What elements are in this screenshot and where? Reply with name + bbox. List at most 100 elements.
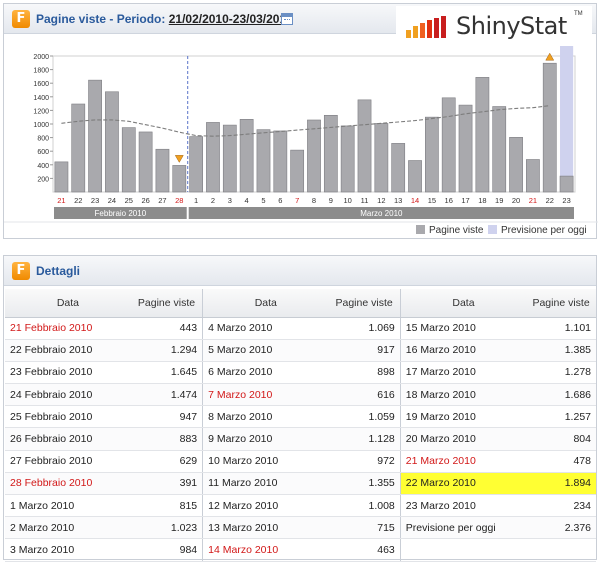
views-cell: 629 xyxy=(130,450,203,473)
date-cell: 22 Marzo 2010 xyxy=(399,472,527,496)
x-tick-label: 13 xyxy=(394,196,402,205)
table-row: 1 Marzo 2010 815 12 Marzo 2010 1.008 23 Marz… xyxy=(5,494,596,518)
views-cell: 1.023 xyxy=(130,516,203,540)
bar xyxy=(408,160,422,193)
date-cell: 21 Febbraio 2010 xyxy=(5,317,131,340)
legend-label-forecast: Previsione per oggi xyxy=(501,225,587,236)
legend-swatch-forecast xyxy=(488,225,497,234)
col-header-views: Pagine viste xyxy=(526,289,596,318)
date-cell: Previsione per oggi xyxy=(399,516,527,540)
views-cell: 463 xyxy=(328,538,401,562)
table-row: 27 Febbraio 2010 629 10 Marzo 2010 972 21 Ma… xyxy=(5,450,596,473)
views-cell: 234 xyxy=(526,494,596,518)
col-header-views: Pagine viste xyxy=(130,289,203,318)
table-row: 3 Marzo 2010 984 14 Marzo 2010 463 xyxy=(5,538,596,562)
x-tick-label: 24 xyxy=(108,196,116,205)
bar xyxy=(340,125,355,193)
views-cell: 616 xyxy=(328,383,401,407)
date-cell xyxy=(399,538,527,562)
views-cell: 972 xyxy=(328,450,401,473)
bar xyxy=(54,161,69,193)
date-cell: 14 Marzo 2010 xyxy=(202,538,329,562)
views-cell: 1.294 xyxy=(130,339,203,362)
views-cell: 1.008 xyxy=(328,494,401,518)
legend-label-pageviews: Pagine viste xyxy=(429,225,484,236)
x-tick-label: 12 xyxy=(377,196,385,205)
bar xyxy=(357,99,372,193)
table-row: 26 Febbraio 2010 883 9 Marzo 2010 1.128 20 M… xyxy=(5,427,596,451)
views-cell: 1.474 xyxy=(130,383,203,407)
bar xyxy=(121,127,136,193)
date-cell: 16 Marzo 2010 xyxy=(399,339,527,362)
bar xyxy=(172,165,187,193)
x-tick-label: 2 xyxy=(211,196,215,205)
y-tick-label: 800 xyxy=(37,136,49,143)
col-header-date: Data xyxy=(5,289,131,318)
views-cell: 1.257 xyxy=(526,405,596,429)
date-cell: 18 Marzo 2010 xyxy=(399,383,527,407)
x-tick-label: 23 xyxy=(91,196,99,205)
y-tick-label: 1600 xyxy=(33,81,49,88)
bar xyxy=(542,62,557,193)
date-cell: 27 Febbraio 2010 xyxy=(5,450,131,473)
logo-text: ShinyStat xyxy=(456,12,567,40)
views-cell: 898 xyxy=(328,361,401,385)
bar xyxy=(88,79,102,193)
views-cell: 883 xyxy=(130,427,203,451)
x-tick-label: 18 xyxy=(478,196,486,205)
date-cell: 25 Febbraio 2010 xyxy=(5,405,131,429)
x-tick-label: 7 xyxy=(295,196,299,205)
date-cell: 22 Febbraio 2010 xyxy=(5,339,131,362)
x-tick-label: 22 xyxy=(546,196,554,205)
table-row: 28 Febbraio 2010 391 11 Marzo 2010 1.355 22 … xyxy=(5,472,596,496)
views-cell: 391 xyxy=(130,472,203,496)
x-tick-label: 25 xyxy=(125,196,133,205)
views-cell: 478 xyxy=(526,450,596,473)
date-cell: 26 Febbraio 2010 xyxy=(5,427,131,451)
date-cell: 23 Febbraio 2010 xyxy=(5,361,131,385)
bar xyxy=(475,77,490,193)
y-tick-label: 2000 xyxy=(33,54,49,61)
x-tick-label: 1 xyxy=(194,196,198,205)
y-tick-label: 600 xyxy=(37,149,49,156)
bar xyxy=(425,116,439,193)
views-cell: 1.059 xyxy=(328,405,401,429)
views-cell: 917 xyxy=(328,339,401,362)
views-cell: 1.355 xyxy=(328,472,401,496)
date-cell: 28 Febbraio 2010 xyxy=(5,472,131,496)
views-cell: 1.069 xyxy=(328,317,401,340)
x-tick-label: 26 xyxy=(141,196,149,205)
table-row: 24 Febbraio 2010 1.474 7 Marzo 2010 616 18 M… xyxy=(5,383,596,407)
views-cell: 443 xyxy=(130,317,203,340)
views-cell: 1.128 xyxy=(328,427,401,451)
y-tick-label: 1000 xyxy=(33,122,49,129)
views-cell: 2.376 xyxy=(526,516,596,540)
x-tick-label: 15 xyxy=(428,196,436,205)
table-row: 23 Febbraio 2010 1.645 6 Marzo 2010 898 17 M… xyxy=(5,361,596,385)
month-label: Marzo 2010 xyxy=(360,209,403,218)
y-tick-label: 200 xyxy=(37,176,49,183)
x-tick-label: 10 xyxy=(344,196,352,205)
bar xyxy=(273,130,288,193)
x-tick-label: 21 xyxy=(529,196,537,205)
bar xyxy=(441,97,456,193)
views-cell: 947 xyxy=(130,405,203,429)
views-cell xyxy=(526,538,596,562)
bar xyxy=(71,103,86,193)
col-header-date: Data xyxy=(399,289,527,318)
date-cell: 17 Marzo 2010 xyxy=(399,361,527,385)
x-tick-label: 5 xyxy=(261,196,265,205)
bar xyxy=(492,106,507,193)
date-cell: 2 Marzo 2010 xyxy=(5,516,131,540)
date-cell: 24 Febbraio 2010 xyxy=(5,383,131,407)
y-tick-label: 400 xyxy=(37,163,49,170)
date-cell: 6 Marzo 2010 xyxy=(202,361,329,385)
x-tick-label: 17 xyxy=(461,196,469,205)
x-tick-label: 14 xyxy=(411,196,419,205)
legend-pageviews: Pagine viste xyxy=(416,225,483,237)
bar xyxy=(559,175,574,193)
logo-tm: TM xyxy=(574,11,583,17)
date-cell: 4 Marzo 2010 xyxy=(202,317,329,340)
bar xyxy=(458,104,473,193)
bar xyxy=(391,143,406,193)
